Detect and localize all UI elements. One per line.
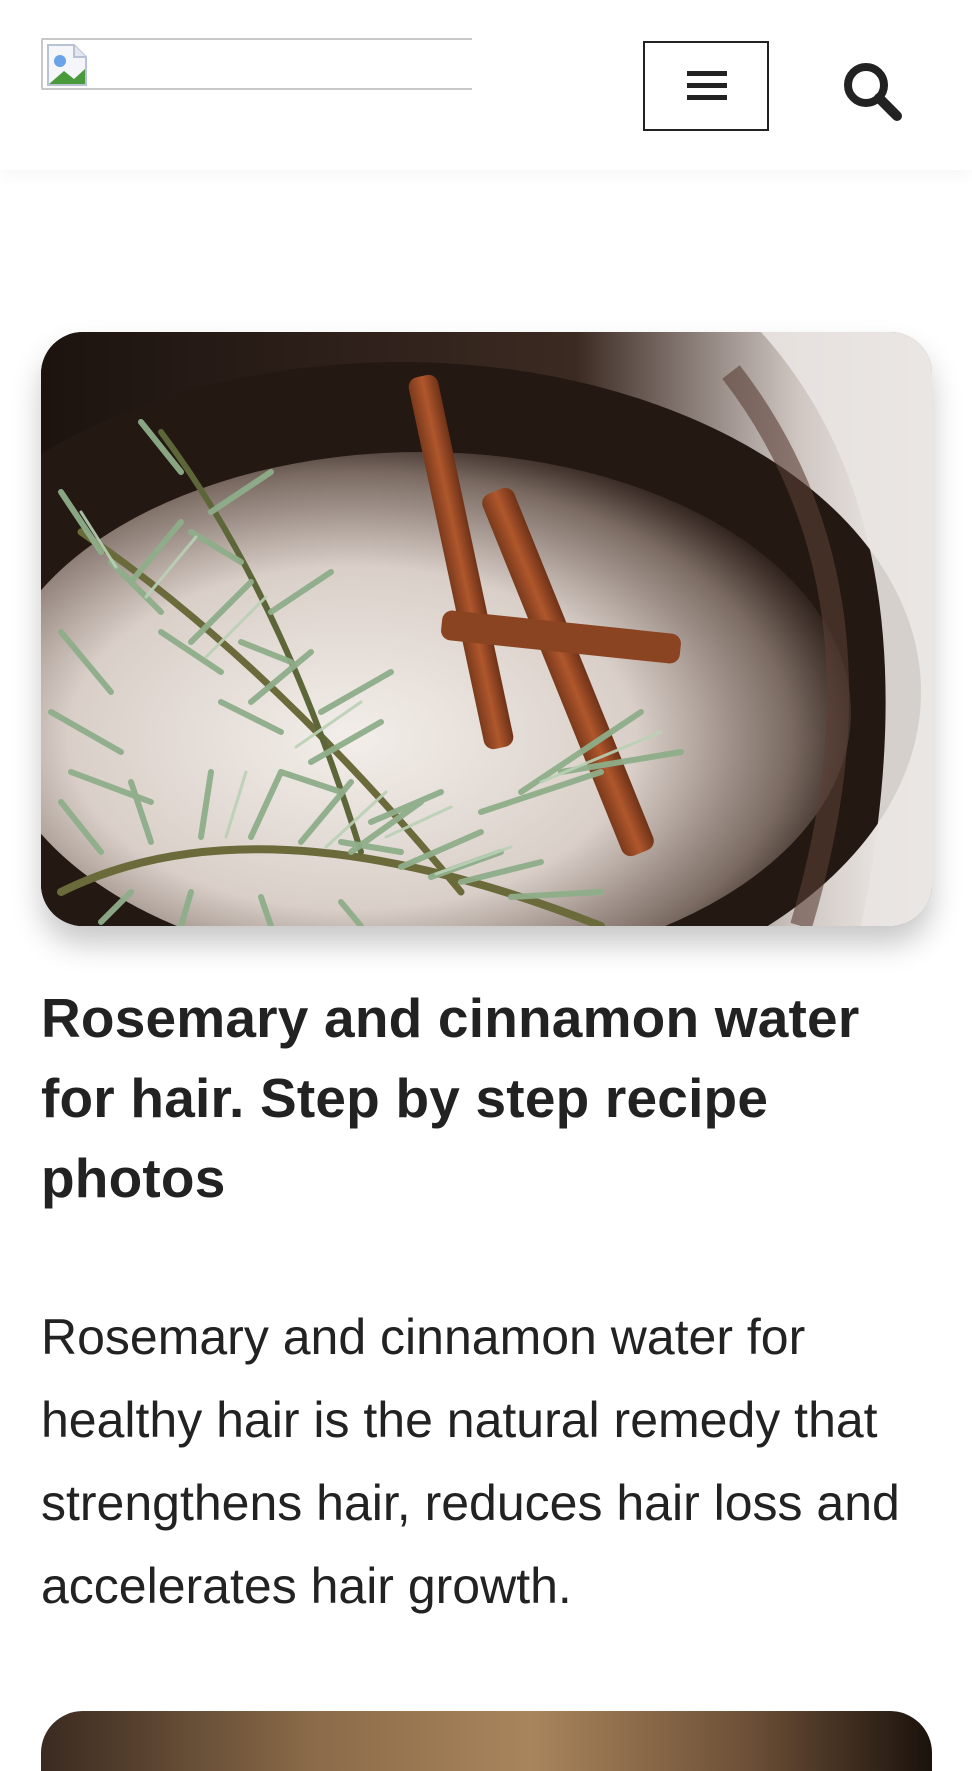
site-header xyxy=(0,0,972,170)
next-article-image[interactable] xyxy=(41,1711,932,1771)
search-icon xyxy=(844,63,902,121)
menu-button[interactable] xyxy=(643,41,769,131)
rosemary-cinnamon-photo xyxy=(41,332,932,926)
search-button[interactable] xyxy=(835,54,907,126)
article-title[interactable]: Rosemary and cinnamon water for hair. St… xyxy=(41,978,941,1218)
menu-icon xyxy=(687,71,727,100)
site-logo[interactable] xyxy=(41,38,472,90)
article-excerpt: Rosemary and cinnamon water for healthy … xyxy=(41,1309,900,1614)
broken-image-icon xyxy=(47,44,87,86)
article-featured-image[interactable] xyxy=(41,332,932,926)
